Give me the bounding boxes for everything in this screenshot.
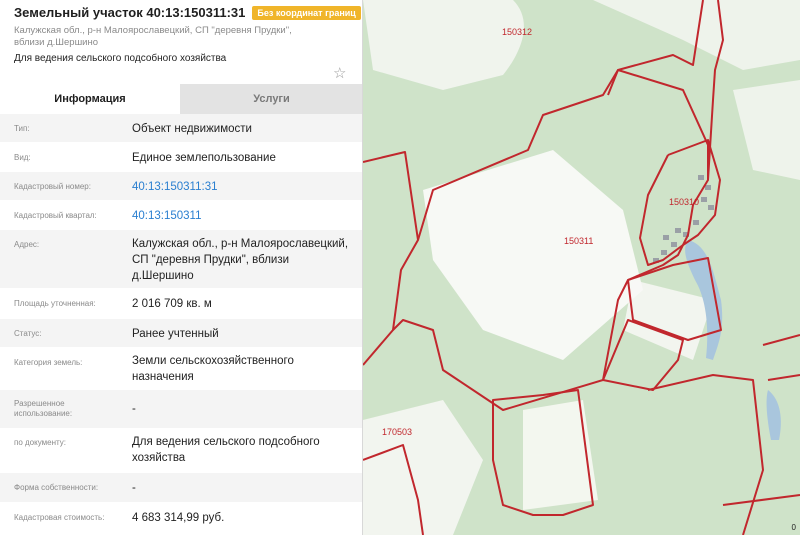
property-value-address: Калужская обл., р-н Малоярославецкий, СП… (132, 238, 349, 282)
property-label-land-category: Категория земель: (14, 358, 83, 367)
property-value-type: Объект недвижимости (132, 123, 252, 135)
property-label-cadastral-quarter: Кадастровый квартал: (14, 211, 97, 220)
property-value-by-document: Для ведения сельского подсобного хозяйст… (132, 436, 320, 464)
map-scale: 0 (791, 523, 796, 532)
no-coordinates-badge: Без координат границ (252, 5, 361, 20)
property-label-type: Тип: (14, 124, 30, 133)
property-label-ownership: Форма собственности: (14, 483, 99, 492)
property-row: Форма собственности: - (0, 473, 362, 503)
property-row: Адрес: Калужская обл., р-н Малоярославец… (0, 230, 362, 289)
property-label-kind: Вид: (14, 153, 31, 162)
property-value-cadastral-value: 4 683 314,99 руб. (132, 512, 225, 524)
map-label-150312: 150312 (502, 27, 533, 37)
property-label-cadastral-number: Кадастровый номер: (14, 182, 91, 191)
tab-information[interactable]: Информация (0, 84, 180, 114)
parcel-title: Земельный участок 40:13:150311:31 (14, 5, 246, 20)
cadastral-number-link[interactable]: 40:13:150311:31 (132, 179, 352, 195)
property-row: Площадь уточненная: 2 016 709 кв. м (0, 289, 362, 319)
tab-bar: Информация Услуги (0, 84, 362, 114)
panel-header: Земельный участок 40:13:150311:31 Без ко… (14, 5, 361, 20)
property-value-ownership: - (132, 482, 136, 494)
parcel-address-short: Калужская обл., р-н Малоярославецкий, СП… (14, 25, 292, 48)
property-label-area: Площадь уточненная: (14, 299, 96, 308)
info-panel: Земельный участок 40:13:150311:31 Без ко… (0, 0, 363, 535)
property-label-status: Статус: (14, 329, 42, 338)
property-value-status: Ранее учтенный (132, 328, 219, 340)
property-row: Статус: Ранее учтенный (0, 319, 362, 348)
property-label-address: Адрес: (14, 240, 40, 249)
cadastral-map[interactable]: 150312 150310 150311 170503 0 (363, 0, 800, 535)
map-label-170503: 170503 (382, 427, 413, 437)
map-label-150310: 150310 (669, 197, 700, 207)
map-label-150311: 150311 (564, 236, 594, 246)
parcel-purpose: Для ведения сельского подсобного хозяйст… (14, 53, 227, 64)
cadastral-quarter-link[interactable]: 40:13:150311 (132, 208, 352, 224)
property-row: Кадастровая стоимость: 4 683 314,99 руб. (0, 503, 362, 533)
property-row: Категория земель: Земли сельскохозяйстве… (0, 348, 362, 390)
property-row: Разрешенное использование: - (0, 390, 362, 429)
map-canvas (363, 0, 800, 535)
property-row: Кадастровый квартал: 40:13:150311 (0, 201, 362, 230)
property-label-cadastral-value: Кадастровая стоимость: (14, 513, 105, 522)
property-label-permitted-use: Разрешенное использование: (14, 399, 73, 418)
property-value-area: 2 016 709 кв. м (132, 298, 212, 310)
tab-services[interactable]: Услуги (180, 84, 362, 114)
property-row: Тип: Объект недвижимости (0, 114, 362, 143)
property-value-land-category: Земли сельскохозяйственного назначения (132, 355, 294, 383)
property-value-permitted-use: - (132, 403, 136, 415)
property-value-kind: Единое землепользование (132, 152, 276, 164)
properties-table: Тип: Объект недвижимости Вид: Единое зем… (0, 114, 362, 533)
star-icon[interactable]: ☆ (333, 64, 346, 82)
property-row: Кадастровый номер: 40:13:150311:31 (0, 172, 362, 201)
property-label-by-document: по документу: (14, 438, 66, 447)
property-row: Вид: Единое землепользование (0, 143, 362, 172)
property-row: по документу: Для ведения сельского подс… (0, 429, 362, 473)
